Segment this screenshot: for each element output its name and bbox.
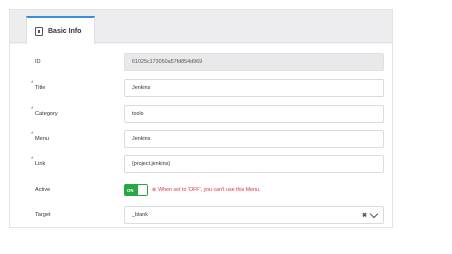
active-toggle[interactable]: ON xyxy=(124,184,148,196)
required-marker: * xyxy=(31,157,34,163)
id-field: 61025c173050a57fd854d969 xyxy=(124,53,384,71)
chevron-down-icon[interactable] xyxy=(369,209,379,218)
required-marker: * xyxy=(31,81,34,87)
tab-basic-info[interactable]: Basic Info xyxy=(26,16,95,44)
link-field[interactable]: {project.jenkins} xyxy=(124,155,384,173)
clear-icon[interactable]: ✖ xyxy=(362,212,367,219)
title-row: * Title Jenkins xyxy=(10,79,392,97)
id-row: ID 61025c173050a57fd854d969 xyxy=(10,53,392,71)
toggle-knob xyxy=(138,185,147,195)
category-label: Category xyxy=(35,111,58,117)
target-row: Target _blank ✖ xyxy=(10,206,392,224)
title-label: Title xyxy=(35,85,46,91)
target-label: Target xyxy=(35,212,51,218)
menu-label: Menu xyxy=(35,136,49,142)
target-select[interactable]: _blank ✖ xyxy=(124,206,384,224)
info-card-icon xyxy=(35,26,43,36)
active-hint-text: When set to 'OFF', you can't use this Me… xyxy=(158,187,261,193)
form-content: ID 61025c173050a57fd854d969 * Title Jenk… xyxy=(10,44,392,227)
tab-basic-info-label: Basic Info xyxy=(48,27,82,35)
active-hint: ⊗ When set to 'OFF', you can't use this … xyxy=(152,187,260,193)
title-field[interactable]: Jenkins xyxy=(124,79,384,97)
category-row: * Category tools xyxy=(10,105,392,123)
menu-row: * Menu Jenkins xyxy=(10,130,392,148)
active-toggle-text: ON xyxy=(127,187,134,193)
id-label: ID xyxy=(35,59,41,65)
required-marker: * xyxy=(31,107,34,113)
category-field[interactable]: tools xyxy=(124,105,384,123)
link-label: Link xyxy=(35,161,46,167)
active-row: Active ON ⊗ When set to 'OFF', you can't… xyxy=(10,181,392,199)
active-label: Active xyxy=(35,187,51,193)
target-select-value: _blank xyxy=(132,212,148,218)
link-row: * Link {project.jenkins} xyxy=(10,155,392,173)
target-select-controls: ✖ xyxy=(362,207,379,223)
tab-bar: Basic Info xyxy=(10,10,392,44)
basic-info-panel: Basic Info ID 61025c173050a57fd854d969 *… xyxy=(9,9,393,228)
menu-field[interactable]: Jenkins xyxy=(124,130,384,148)
required-marker: * xyxy=(31,132,34,138)
warning-circle-icon: ⊗ xyxy=(152,187,157,193)
